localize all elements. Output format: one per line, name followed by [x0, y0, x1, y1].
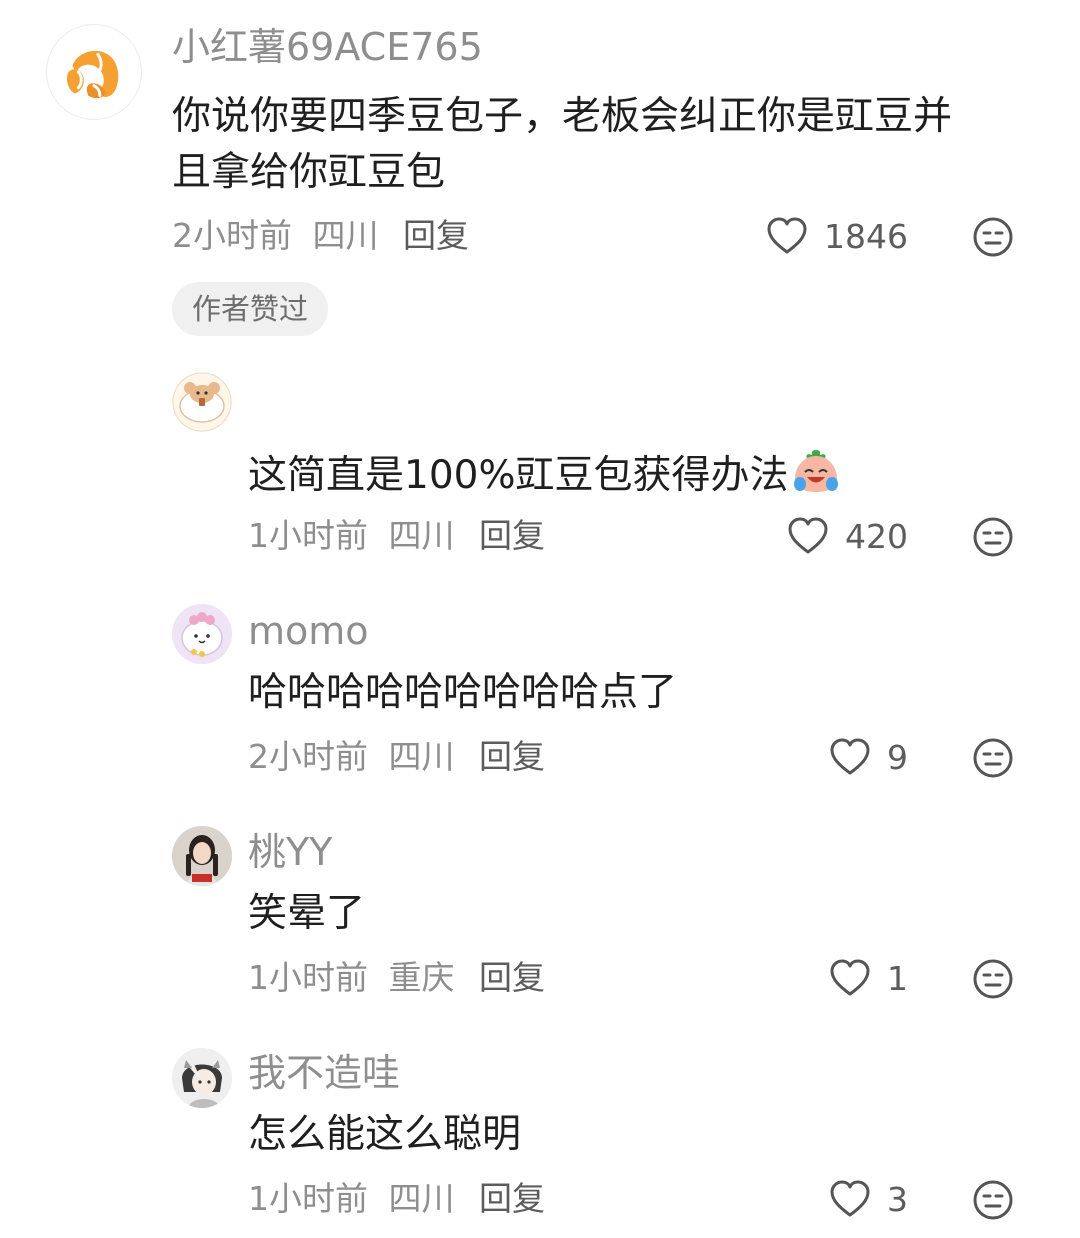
username[interactable]: 桃YY	[248, 829, 332, 875]
girl-photo-icon	[172, 826, 232, 886]
avatar[interactable]	[172, 372, 232, 432]
reply-button[interactable]: 回复	[479, 958, 545, 997]
dislike-button[interactable]	[972, 737, 1014, 779]
timestamp: 2小时前	[172, 216, 292, 255]
dislike-button[interactable]	[972, 216, 1014, 258]
comment-meta: 1小时前 四川 回复	[248, 1177, 555, 1221]
anime-character-icon	[172, 1048, 232, 1108]
reply-button[interactable]: 回复	[479, 737, 545, 776]
like-count: 420	[845, 516, 908, 556]
like-count: 1846	[824, 216, 908, 256]
timestamp: 1小时前	[248, 516, 368, 555]
heart-icon	[830, 738, 870, 775]
timestamp: 2小时前	[248, 737, 368, 776]
croissant-icon	[66, 50, 119, 99]
location: 四川	[388, 516, 455, 555]
username[interactable]: 我不造哇	[248, 1050, 400, 1096]
like-count: 1	[887, 958, 908, 998]
comment-text-body: 这简直是100%豇豆包获得办法	[248, 453, 789, 498]
like-count: 3	[887, 1179, 908, 1219]
comment-text: 哈哈哈哈哈哈哈哈哈点了	[248, 670, 678, 715]
comment-text: 且拿给你豇豆包	[172, 150, 446, 195]
reply-button[interactable]: 回复	[479, 516, 545, 555]
like-count: 9	[887, 737, 908, 777]
heart-icon	[830, 959, 870, 996]
dislike-button[interactable]	[972, 1179, 1014, 1221]
username[interactable]: 小红薯69ACE765	[172, 24, 483, 70]
timestamp: 1小时前	[248, 1179, 368, 1218]
cartoon-dumpling-icon	[172, 604, 232, 664]
avatar[interactable]	[172, 604, 232, 664]
dislike-button[interactable]	[972, 958, 1014, 1000]
location: 四川	[312, 216, 379, 255]
comment-meta: 1小时前 重庆 回复	[248, 956, 555, 1000]
like-button[interactable]: 1846	[766, 214, 908, 258]
like-button[interactable]: 1	[829, 956, 908, 1000]
username[interactable]: momo	[248, 608, 369, 654]
neutral-face-icon	[973, 217, 1013, 257]
comment-text: 这简直是100%豇豆包获得办法	[248, 446, 841, 503]
heart-icon	[767, 217, 807, 254]
dislike-button[interactable]	[972, 516, 1014, 558]
neutral-face-icon	[973, 959, 1013, 999]
neutral-face-icon	[973, 1180, 1013, 1220]
location: 重庆	[388, 958, 455, 997]
avatar[interactable]	[46, 24, 142, 120]
heart-icon	[830, 1180, 870, 1217]
comment-meta: 2小时前 四川 回复	[172, 214, 479, 258]
comment-text: 怎么能这么聪明	[248, 1112, 522, 1157]
reply-button[interactable]: 回复	[403, 216, 469, 255]
location: 四川	[388, 737, 455, 776]
location: 四川	[388, 1179, 455, 1218]
crying-laughing-emoji-icon	[793, 450, 838, 492]
timestamp: 1小时前	[248, 958, 368, 997]
like-button[interactable]: 3	[829, 1177, 908, 1221]
comment-meta: 1小时前 四川 回复	[248, 514, 555, 558]
like-button[interactable]: 9	[829, 735, 908, 779]
avatar[interactable]	[172, 826, 232, 886]
avatar[interactable]	[172, 1048, 232, 1108]
reply-button[interactable]: 回复	[479, 1179, 545, 1218]
cartoon-hamster-icon	[172, 372, 232, 432]
like-button[interactable]: 420	[787, 514, 908, 558]
neutral-face-icon	[973, 738, 1013, 778]
neutral-face-icon	[973, 517, 1013, 557]
author-liked-badge: 作者赞过	[172, 282, 329, 336]
comment-meta: 2小时前 四川 回复	[248, 735, 555, 779]
heart-icon	[788, 517, 828, 554]
comment-text: 你说你要四季豆包子，老板会纠正你是豇豆并	[172, 94, 953, 139]
comment-text: 笑晕了	[248, 891, 366, 936]
